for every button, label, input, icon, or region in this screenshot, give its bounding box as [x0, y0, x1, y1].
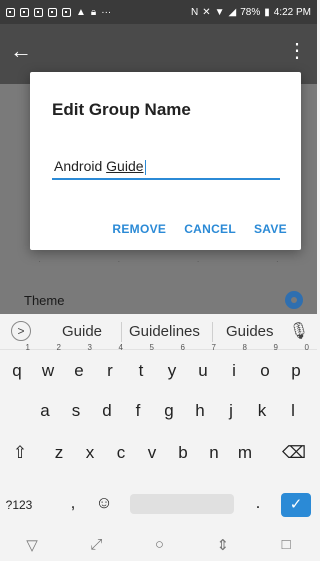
dialog-actions: REMOVE CANCEL SAVE	[112, 222, 287, 236]
key-s[interactable]: s	[61, 394, 91, 428]
back-arrow-icon[interactable]: ←	[10, 40, 32, 62]
key-e[interactable]: e3	[64, 344, 94, 388]
notification-icon	[6, 7, 15, 17]
backspace-icon[interactable]: ⌫	[279, 436, 309, 470]
status-right-icons: N ✕ ▼ ◢ 78% ▮ 4:22 PM	[191, 7, 311, 18]
battery-percent: 78%	[240, 6, 261, 18]
clock: 4:22 PM	[273, 6, 311, 18]
suggestion-item[interactable]: Guide	[62, 323, 102, 340]
cancel-button[interactable]: CANCEL	[184, 222, 236, 236]
keyboard: q1 w2 e3 r4 t5 y6 u7 i8 o9 p0 a s d f g …	[0, 344, 317, 528]
key-j[interactable]: j	[216, 394, 246, 428]
dimmed-label: ·	[38, 256, 42, 266]
enter-check-icon[interactable]: ✓	[281, 493, 311, 517]
notification-icon	[48, 7, 57, 17]
suggestion-strip: > Guide Guidelines Guides 🎙	[0, 314, 317, 350]
key-b[interactable]: b	[168, 436, 198, 470]
key-l[interactable]: l	[278, 394, 308, 428]
key-a[interactable]: a	[30, 394, 60, 428]
key-c[interactable]: c	[106, 436, 136, 470]
key-o[interactable]: o9	[250, 344, 280, 388]
expand-suggestions-icon[interactable]: >	[11, 321, 31, 341]
rotate-icon[interactable]: ⤢	[90, 536, 102, 553]
suggestion-item[interactable]: Guides	[226, 323, 274, 340]
key-v[interactable]: v	[137, 436, 167, 470]
shift-icon[interactable]: ⇧	[5, 436, 35, 470]
key-i[interactable]: i8	[219, 344, 249, 388]
key-k[interactable]: k	[247, 394, 277, 428]
key-x[interactable]: x	[75, 436, 105, 470]
key-m[interactable]: m	[230, 436, 260, 470]
nav-home-icon[interactable]: ○	[155, 536, 164, 553]
signal-icon: ◢	[228, 6, 237, 18]
notification-icon	[20, 7, 29, 17]
lock-icon: 🔒︎	[90, 6, 97, 18]
theme-radio-icon	[285, 291, 303, 309]
warning-icon: ▲	[76, 6, 86, 18]
key-u[interactable]: u7	[188, 344, 218, 388]
text-cursor	[144, 159, 146, 175]
split-screen-icon[interactable]: ⇕	[217, 536, 230, 554]
microphone-icon[interactable]: 🎙	[289, 321, 309, 341]
system-nav-bar: ▽ ⤢ ○ ⇕ □	[0, 528, 317, 561]
emoji-icon[interactable]: ☺	[89, 486, 119, 520]
suggestion-item[interactable]: Guidelines	[129, 323, 200, 340]
suggestion-divider	[212, 322, 213, 342]
save-button[interactable]: SAVE	[254, 222, 287, 236]
more-icon: ···	[101, 6, 112, 18]
edit-group-dialog: Edit Group Name Android Guide REMOVE CAN…	[30, 72, 301, 250]
comma-key[interactable]: ,	[58, 486, 88, 520]
battery-icon: ▮	[264, 6, 270, 18]
group-name-input[interactable]: Android Guide	[52, 158, 280, 180]
key-n[interactable]: n	[199, 436, 229, 470]
theme-label: Theme	[24, 292, 65, 308]
input-prefix-text: Android	[54, 158, 107, 174]
key-w[interactable]: w2	[33, 344, 63, 388]
key-t[interactable]: t5	[126, 344, 156, 388]
key-y[interactable]: y6	[157, 344, 187, 388]
key-h[interactable]: h	[185, 394, 215, 428]
status-left-icons: ▲ 🔒︎ ···	[6, 7, 111, 18]
key-d[interactable]: d	[92, 394, 122, 428]
key-q[interactable]: q1	[2, 344, 32, 388]
space-bar[interactable]	[130, 494, 234, 514]
wifi-icon: ▼	[214, 6, 225, 18]
dialog-title: Edit Group Name	[52, 100, 191, 119]
key-g[interactable]: g	[154, 394, 184, 428]
notification-icon	[62, 7, 71, 17]
remove-button[interactable]: REMOVE	[112, 222, 166, 236]
nav-back-icon[interactable]: ▽	[26, 536, 38, 554]
dimmed-label: ·	[275, 256, 279, 266]
symbols-key[interactable]: ?123	[4, 488, 34, 522]
notification-icon	[34, 7, 43, 17]
theme-row: Theme	[0, 286, 317, 314]
dimmed-label: ·	[117, 256, 121, 266]
period-key[interactable]: .	[243, 486, 273, 520]
input-composing-text: Guide	[106, 158, 144, 174]
nfc-icon: N	[190, 6, 199, 18]
dimmed-labels: · · · ·	[0, 256, 317, 266]
dimmed-label: ·	[196, 256, 200, 266]
nav-recents-icon[interactable]: □	[282, 536, 291, 553]
key-f[interactable]: f	[123, 394, 153, 428]
key-z[interactable]: z	[44, 436, 74, 470]
suggestion-divider	[121, 322, 122, 342]
key-r[interactable]: r4	[95, 344, 125, 388]
key-p[interactable]: p0	[281, 344, 311, 388]
status-bar: ▲ 🔒︎ ··· N ✕ ▼ ◢ 78% ▮ 4:22 PM	[0, 0, 317, 24]
mute-icon: ✕	[202, 6, 211, 18]
more-options-icon[interactable]: ⋮	[287, 40, 307, 62]
